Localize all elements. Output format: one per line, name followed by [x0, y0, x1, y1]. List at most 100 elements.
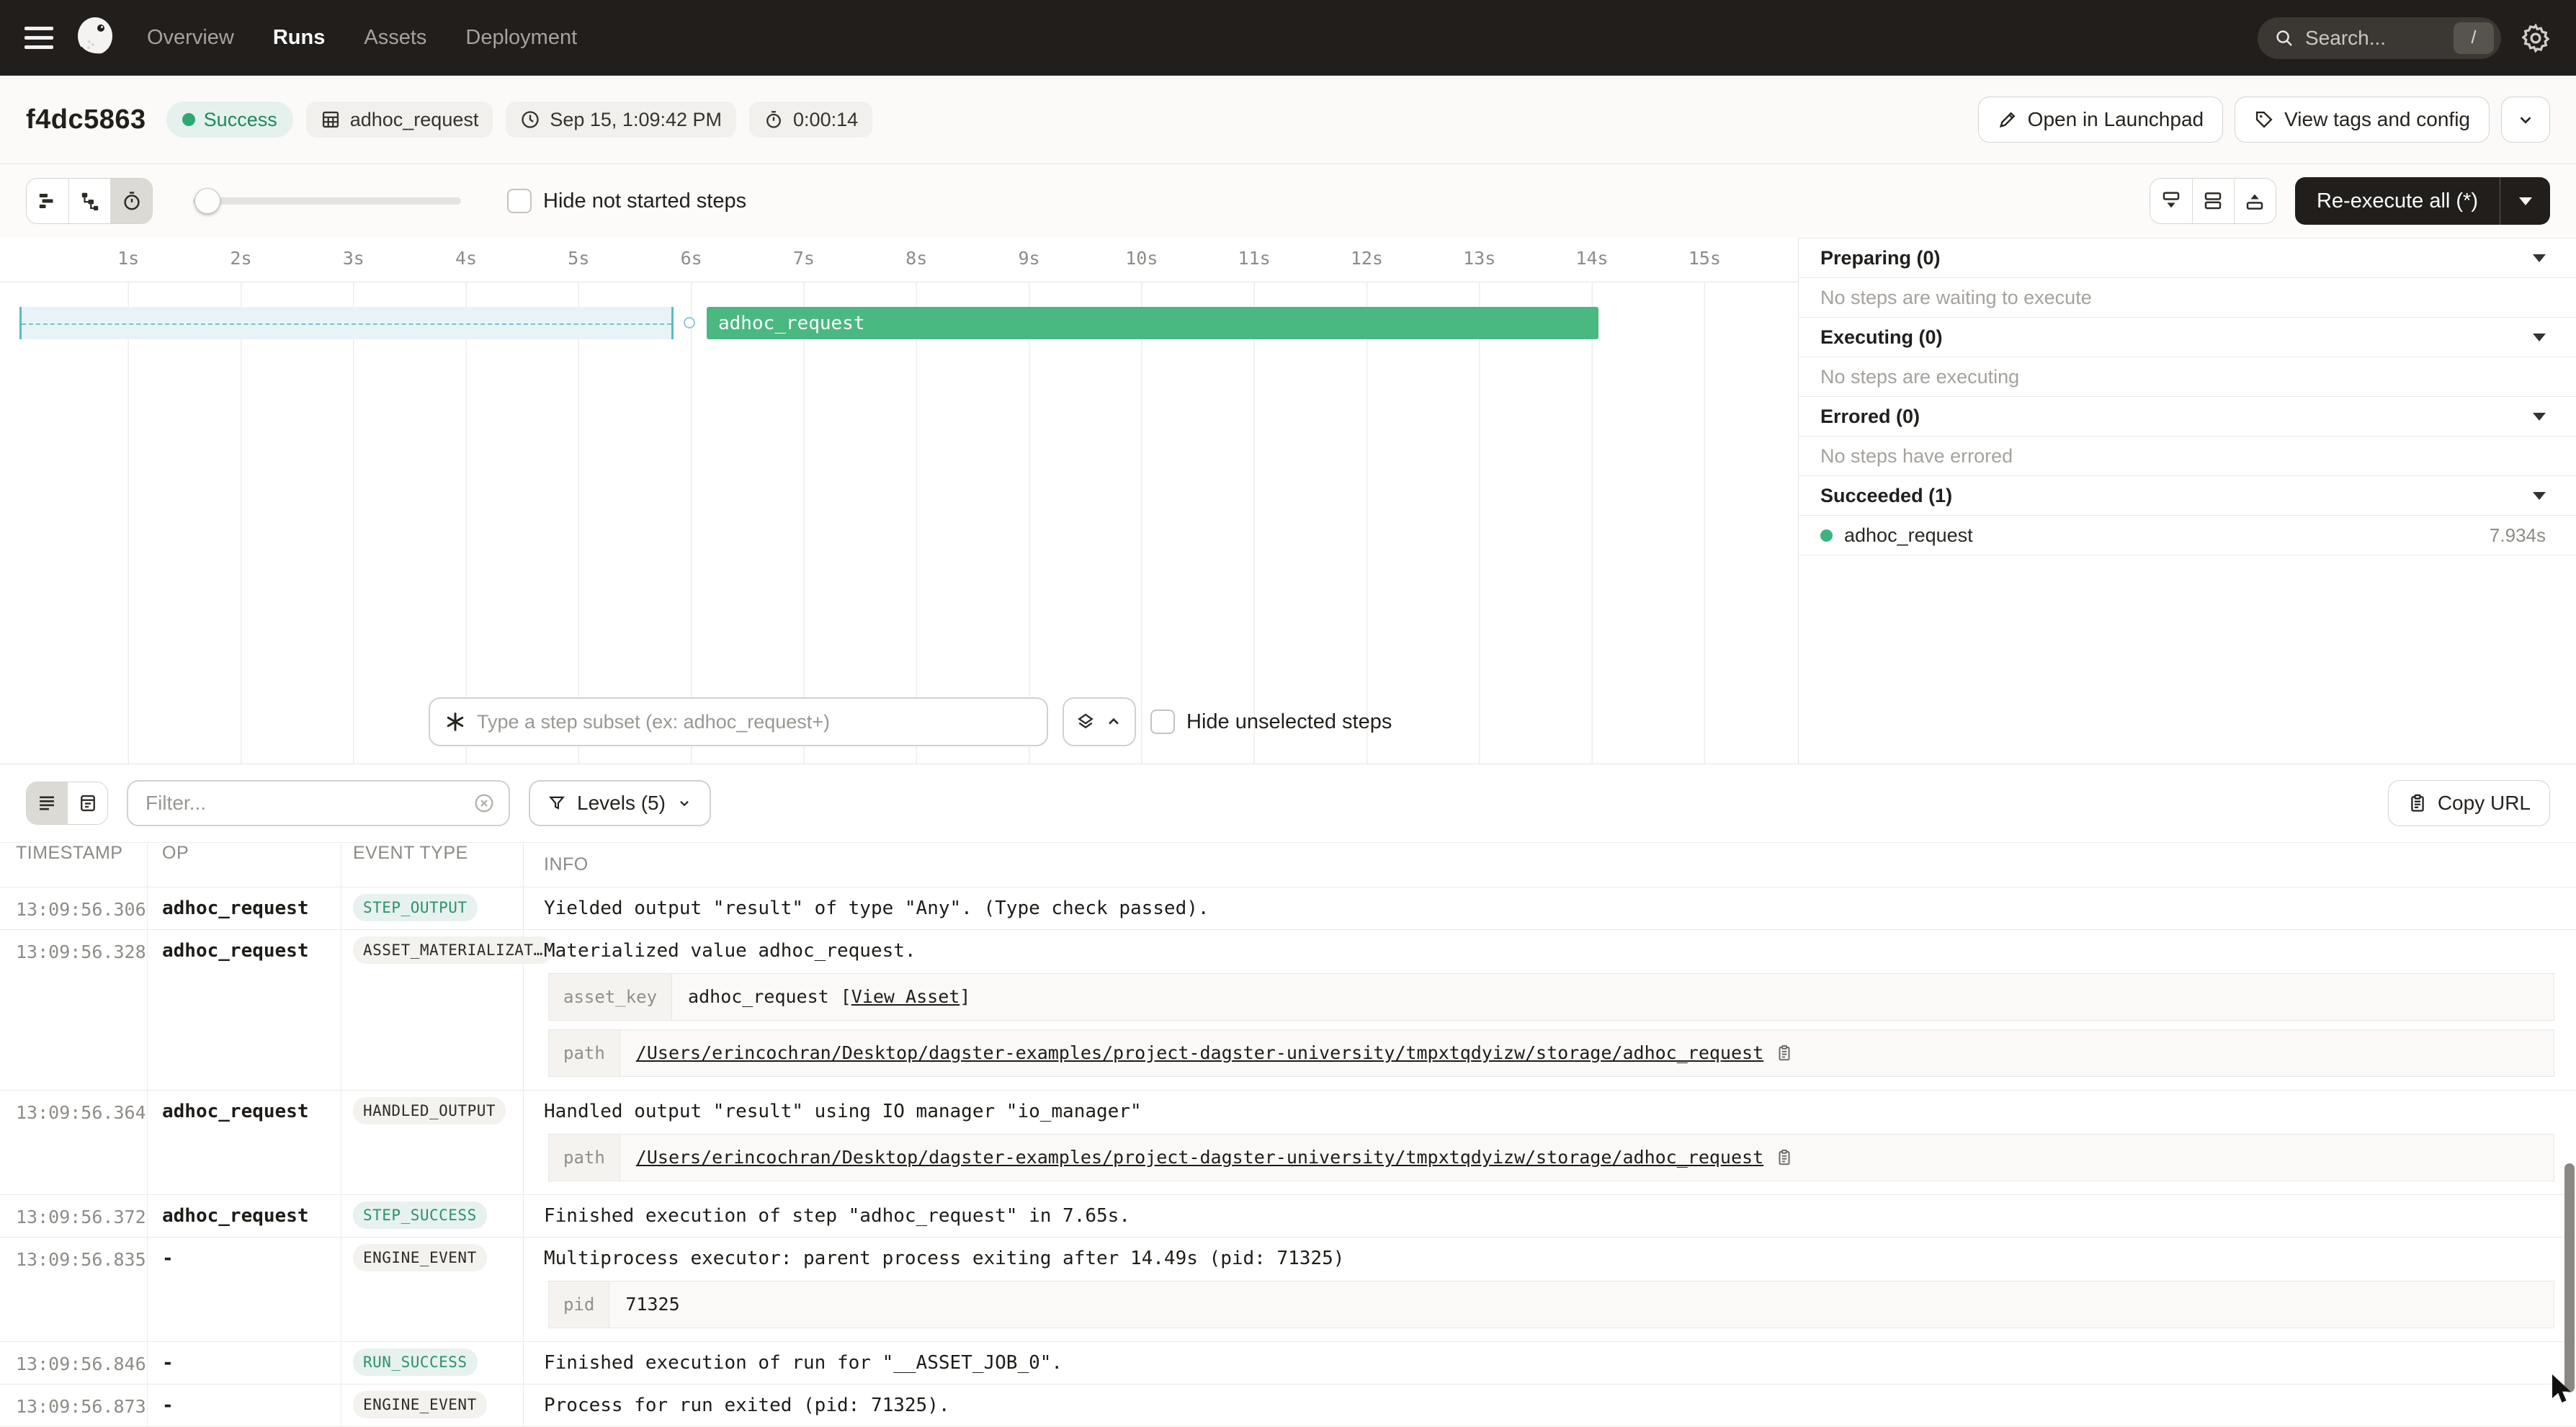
storage-path-link[interactable]: /Users/erincochran/Desktop/dagster-examp… [636, 1144, 1763, 1171]
log-filter-input[interactable] [146, 792, 464, 815]
section-preparing-empty: No steps are waiting to execute [1799, 278, 2576, 318]
hide-unselected-control: Hide unselected steps [1150, 710, 1392, 734]
hide-not-started-label: Hide not started steps [543, 189, 746, 213]
run-log-section: Levels (5) Copy URL TIMESTAMP OP EVENT T… [0, 764, 2576, 1405]
hamburger-menu-icon[interactable] [24, 27, 53, 49]
storage-path-link[interactable]: /Users/erincochran/Desktop/dagster-examp… [636, 1039, 1763, 1067]
section-executing-header[interactable]: Executing (0) [1799, 318, 2576, 357]
nav-runs[interactable]: Runs [273, 26, 326, 50]
structured-view-icon [78, 793, 98, 813]
view-tags-config-button[interactable]: View tags and config [2235, 97, 2490, 143]
log-info-text: Multiprocess executor: parent process ex… [544, 1245, 2554, 1272]
log-row: 13:09:56.846 - RUN_SUCCESS Finished exec… [0, 1342, 2576, 1384]
run-actions-dropdown-button[interactable] [2501, 97, 2550, 143]
waterfall-gantt-icon [79, 190, 101, 212]
open-in-launchpad-button[interactable]: Open in Launchpad [1978, 97, 2223, 143]
log-view-mode-group [26, 782, 108, 825]
dagster-logo[interactable] [73, 16, 118, 61]
col-info: INFO [524, 854, 2576, 875]
mouse-cursor [2550, 1374, 2576, 1405]
search-input[interactable] [2305, 27, 2443, 50]
path-metadata-row: path /Users/erincochran/Desktop/dagster-… [548, 1029, 2554, 1077]
stopwatch-icon [764, 109, 784, 130]
event-type-badge: RUN_SUCCESS [353, 1348, 478, 1376]
global-search[interactable]: / [2258, 17, 2501, 59]
slider-thumb[interactable] [194, 188, 220, 214]
step-status-panel: Preparing (0) No steps are waiting to ex… [1798, 238, 2576, 764]
slider-track[interactable] [193, 197, 461, 205]
section-errored-empty: No steps have errored [1799, 437, 2576, 476]
event-type-badge: STEP_SUCCESS [353, 1202, 487, 1229]
event-type-badge: STEP_OUTPUT [353, 894, 478, 921]
step-subset-inputbox[interactable] [429, 697, 1048, 746]
nav-links: Overview Runs Assets Deployment [147, 26, 577, 50]
log-list-view-button[interactable] [27, 782, 67, 824]
gantt-view-mode-group [26, 178, 153, 224]
reexecute-all-button-group: Re-execute all (*) [2295, 177, 2550, 225]
caret-down-icon [2533, 334, 2546, 341]
collapse-panel-up-button[interactable] [2234, 179, 2276, 223]
split-panels-button[interactable] [2192, 179, 2234, 223]
layers-icon [1075, 712, 1096, 732]
gantt-flat-view-button[interactable] [27, 179, 68, 223]
succeeded-step-row[interactable]: adhoc_request 7.934s [1799, 516, 2576, 555]
hide-unselected-label: Hide unselected steps [1186, 710, 1392, 734]
log-levels-dropdown[interactable]: Levels (5) [529, 780, 711, 826]
flat-gantt-icon [37, 190, 58, 212]
chevron-down-icon [676, 795, 692, 811]
view-asset-link[interactable]: View Asset [851, 986, 960, 1007]
copy-path-icon[interactable] [1775, 1148, 1794, 1167]
log-toolbar: Levels (5) Copy URL [0, 764, 2576, 842]
log-table-header: TIMESTAMP OP EVENT TYPE INFO [0, 842, 2576, 887]
log-filter-inputbox[interactable] [127, 780, 510, 826]
log-row: 13:09:56.328 adhoc_request ASSET_MATERIA… [0, 930, 2576, 1091]
dagster-octopus-icon [73, 16, 118, 61]
gantt-zoom-slider[interactable] [193, 187, 461, 215]
col-timestamp: TIMESTAMP [0, 843, 148, 887]
panel-layout-group [2150, 178, 2276, 224]
log-structured-view-button[interactable] [67, 782, 107, 824]
asset-key-metadata-row: asset_key adhoc_request [View Asset] [548, 973, 2554, 1021]
gantt-toolbar: Hide not started steps Re-execute all (*… [0, 164, 2576, 238]
step-subset-row: Hide unselected steps [429, 697, 1392, 746]
chevron-up-icon [1104, 712, 1123, 731]
start-time-tag: Sep 15, 1:09:42 PM [506, 102, 736, 138]
clock-icon [520, 109, 540, 130]
status-dot-icon [182, 113, 195, 126]
panel-up-icon [2244, 190, 2266, 212]
step-subset-input[interactable] [477, 711, 1032, 733]
job-tag[interactable]: adhoc_request [306, 102, 493, 138]
run-gantt-section: 1s2s3s 4s5s6s 7s8s9s 10s11s12s 13s14s15s… [0, 238, 2576, 764]
section-succeeded-header[interactable]: Succeeded (1) [1799, 476, 2576, 516]
copy-path-icon[interactable] [1775, 1044, 1794, 1063]
path-metadata-row: path /Users/erincochran/Desktop/dagster-… [548, 1134, 2554, 1181]
reexecute-all-button[interactable]: Re-execute all (*) [2295, 177, 2500, 225]
section-errored-header[interactable]: Errored (0) [1799, 397, 2576, 437]
op-selector-icon [444, 711, 466, 733]
nav-assets[interactable]: Assets [364, 26, 426, 50]
search-shortcut-key: / [2454, 22, 2494, 54]
run-status-badge: Success [166, 102, 293, 138]
log-info-text: Handled output "result" using IO manager… [544, 1098, 2554, 1125]
nav-overview[interactable]: Overview [147, 26, 234, 50]
chevron-down-icon [2516, 110, 2535, 129]
gantt-waiting-segment [19, 307, 674, 339]
log-row: 13:09:56.835 - ENGINE_EVENT Multiprocess… [0, 1238, 2576, 1342]
copy-url-button[interactable]: Copy URL [2388, 780, 2550, 826]
collapse-panel-down-button[interactable] [2150, 179, 2192, 223]
hide-not-started-checkbox[interactable] [507, 189, 532, 213]
search-icon [2273, 27, 2295, 49]
reexecute-dropdown-button[interactable] [2500, 177, 2550, 225]
apply-subset-button[interactable] [1063, 697, 1136, 746]
event-type-badge: HANDLED_OUTPUT [353, 1097, 506, 1124]
gantt-step-bar[interactable]: adhoc_request [707, 307, 1598, 339]
log-scrollbar-thumb[interactable] [2564, 1163, 2575, 1392]
section-preparing-header[interactable]: Preparing (0) [1799, 238, 2576, 278]
nav-deployment[interactable]: Deployment [465, 26, 577, 50]
col-op: OP [148, 843, 341, 887]
settings-gear-icon[interactable] [2520, 22, 2552, 54]
gantt-waterfall-view-button[interactable] [68, 179, 110, 223]
hide-unselected-checkbox[interactable] [1150, 710, 1175, 734]
gantt-timed-view-button[interactable] [110, 179, 152, 223]
clear-filter-icon[interactable] [473, 792, 496, 815]
